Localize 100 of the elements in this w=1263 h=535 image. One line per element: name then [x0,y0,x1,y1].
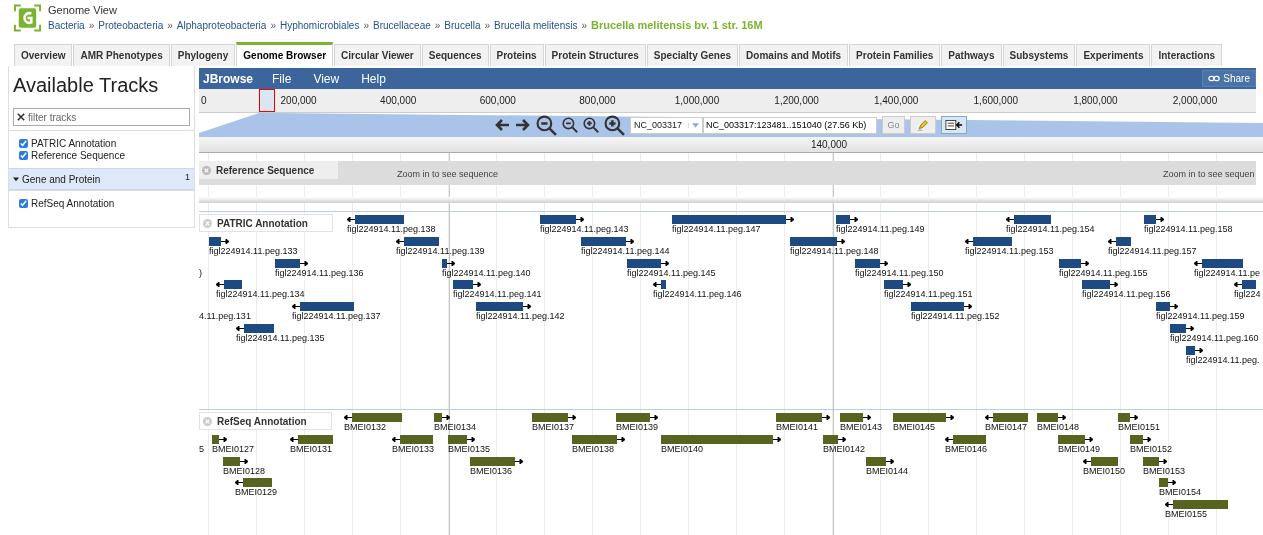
feature-label: figl224914.11.peg.152 [911,311,1000,322]
feature-label: BMEI0132 [344,422,387,432]
feature-bar[interactable] [1186,345,1195,355]
menu-item[interactable]: Help [350,71,397,86]
feature-bar[interactable] [572,434,617,444]
breadcrumb-link[interactable]: Proteobacteria [98,20,164,31]
feature-bar[interactable] [911,302,964,312]
feature-bar[interactable] [223,456,240,466]
tab[interactable]: Genome Browser [236,42,334,66]
tab[interactable]: AMR Phenotypes [73,44,170,66]
feature-bar[interactable] [476,302,523,312]
feature-bar[interactable] [1116,236,1131,246]
track-checkbox[interactable] [19,199,28,208]
feature-bar[interactable] [404,236,439,246]
track-checkbox[interactable] [19,151,28,160]
feature-bar[interactable] [212,434,219,444]
tab[interactable]: Pathways [941,44,1002,66]
feature-bar[interactable] [627,258,661,268]
app-name: JBrowse [202,71,255,86]
feature-bar[interactable] [581,236,626,246]
ruler-label: 600,000 [479,95,516,106]
menu-item[interactable]: View [302,71,351,86]
feature-bar[interactable] [973,236,1012,246]
feature-bar[interactable] [1159,478,1168,488]
breadcrumb-link[interactable]: Bacteria [48,20,85,31]
track-label[interactable]: PATRIC Annotation [199,214,333,232]
tab[interactable]: Interactions [1151,44,1223,66]
zoom-out-icon[interactable] [562,117,578,133]
arrow-right-icon[interactable] [515,117,531,133]
location-field[interactable]: NC_003317:123481..151040 (27.56 Kb) [703,116,878,134]
tab[interactable]: Protein Families [849,44,941,66]
feature-bar[interactable] [1059,258,1081,268]
tab[interactable]: Proteins [489,44,544,66]
zoom-in-icon[interactable] [604,114,625,136]
share-button[interactable]: Share [1202,70,1256,87]
breadcrumb-link[interactable]: Hyphomicrobiales [279,20,360,31]
feature-bar[interactable] [300,302,354,312]
feature-bar[interactable] [866,456,886,466]
breadcrumb-link[interactable]: Alphaproteobacteria [176,20,267,31]
reference-dropdown[interactable]: NC_003317 [630,116,704,134]
track-name[interactable]: RefSeq Annotation [31,198,115,209]
menu-item[interactable]: File [261,71,303,86]
feature-bar[interactable] [442,258,447,268]
feature-label: figl224914.11.peg.144 [581,245,670,256]
track-name[interactable]: Reference Sequence [31,150,125,161]
track-list-button[interactable] [941,116,968,134]
feature-bar[interactable] [453,280,473,290]
feature-bar[interactable] [275,258,300,268]
tab[interactable]: Overview [14,44,73,66]
category-header[interactable]: Gene and Protein 1 [9,168,194,190]
feature-bar[interactable] [884,280,903,290]
viewport-marker[interactable] [259,89,275,112]
tab[interactable]: Sequences [421,44,489,66]
filter-field[interactable]: filter tracks [13,108,190,126]
feature-bar[interactable] [1082,280,1110,290]
feature-bar[interactable] [855,258,880,268]
tab[interactable]: Domains and Motifs [739,44,849,66]
track-checkbox[interactable] [19,139,28,148]
feature-label: figl224914.11.pe [1194,267,1260,278]
feature-bar[interactable] [790,236,837,246]
feature-bar[interactable] [823,434,838,444]
feature-bar[interactable] [1156,302,1170,312]
tab[interactable]: Specialty Genes [646,44,739,66]
feature-bar[interactable] [661,434,773,444]
feature-bar[interactable] [1058,434,1085,444]
zoom-out-icon[interactable] [536,114,557,136]
clear-icon[interactable] [17,113,25,121]
tab[interactable]: Experiments [1076,44,1151,66]
feature-bar[interactable] [400,434,433,444]
tab[interactable]: Protein Structures [544,44,646,66]
feature-bar[interactable] [1173,500,1228,510]
zoom-in-icon[interactable] [583,117,599,133]
feature-bar[interactable] [1091,456,1118,466]
feature-label: figl224914.11.peg.151 [884,289,973,300]
feature-bar[interactable] [298,434,333,444]
feature-label: figl224914.11.peg.154 [1006,224,1095,234]
feature-bar[interactable] [1143,456,1159,466]
breadcrumb-link[interactable]: Brucella [444,20,481,31]
expand-triangle-icon[interactable] [13,176,19,182]
tab[interactable]: Subsystems [1002,44,1076,66]
feature-bar[interactable] [1130,434,1143,444]
feature-bar[interactable] [448,434,467,444]
arrow-left-icon[interactable] [494,117,510,133]
tab[interactable]: Circular Viewer [334,44,421,66]
feature-bar[interactable] [243,478,272,488]
feature-label: BMEI0134 [434,422,477,432]
feature-bar[interactable] [1202,258,1243,268]
feature-bar[interactable] [1242,280,1256,290]
breadcrumb-link[interactable]: Brucellaceae [373,20,431,31]
feature-bar[interactable] [953,434,986,444]
track-name[interactable]: PATRIC Annotation [31,138,117,149]
track-label[interactable]: RefSeq Annotation [199,412,332,430]
breadcrumb-link[interactable]: Brucella melitensis [494,20,578,31]
feature-bar[interactable] [224,280,242,290]
feature-bar[interactable] [661,280,666,290]
track-label[interactable]: Reference Sequence [199,161,339,179]
feature-bar[interactable] [470,456,515,466]
feature-label: figl224914.11.peg.139 [396,245,485,256]
feature-bar[interactable] [209,236,221,246]
tab[interactable]: Phylogeny [170,44,236,66]
